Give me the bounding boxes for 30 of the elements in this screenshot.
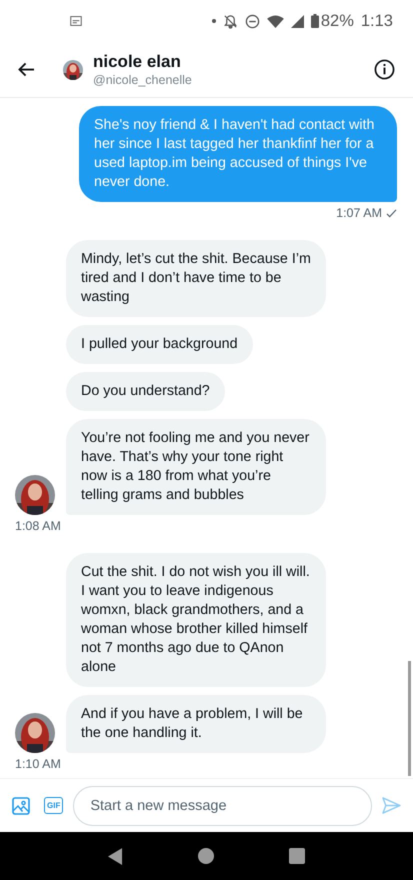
battery-level: 82%: [320, 12, 354, 30]
message-bubble: You’re not fooling me and you never have. That’s why your tone right now is a 180 from what you’re telling grams and bubbles: [66, 419, 326, 515]
image-icon[interactable]: [12, 796, 30, 814]
contact-name: nicole elan: [93, 52, 182, 72]
wifi-icon: [266, 14, 284, 28]
message-input[interactable]: Start a new message: [73, 786, 372, 826]
home-icon[interactable]: [198, 848, 214, 864]
bell-off-icon: [222, 14, 238, 28]
scrollbar[interactable]: [408, 661, 411, 776]
message-bubble: Cut the shit. I do not wish you ill will. I want you to leave indigenous womxn, black grandmothers, and a woman whose brother killed himself not 7 months ago due to QAnon alone: [66, 553, 326, 687]
message-bubble: She's noy friend & I haven't had contact with her since I last tagged her thankfinf her for a used laptop.im being accused of things I've never done.: [79, 106, 397, 202]
back-icon[interactable]: [108, 848, 123, 864]
back-arrow-icon[interactable]: [18, 62, 35, 77]
signal-icon: [290, 14, 304, 28]
gif-button[interactable]: GIF: [44, 797, 64, 814]
clock: 1:13: [360, 12, 393, 30]
do-not-disturb-icon: [244, 14, 260, 28]
message-time: 1:07 AM: [336, 206, 382, 220]
info-icon[interactable]: [374, 59, 395, 80]
message-bubble: Mindy, let’s cut the shit. Because I’m tired and I don’t have time to be wasting: [66, 240, 326, 317]
message-bubble: I pulled your background: [66, 325, 253, 364]
battery-icon: [310, 14, 319, 28]
dot-icon: [212, 19, 216, 23]
message-icon: [70, 16, 82, 26]
contact-handle: @nicole_chenelle: [93, 72, 193, 88]
message-time: 1:08 AM: [15, 519, 61, 533]
message-bubble: Do you understand?: [66, 372, 225, 411]
recents-icon[interactable]: [289, 848, 306, 864]
message-bubble: And if you have a problem, I will be the one handling it.: [66, 695, 326, 753]
message-time: 1:10 AM: [15, 757, 61, 771]
